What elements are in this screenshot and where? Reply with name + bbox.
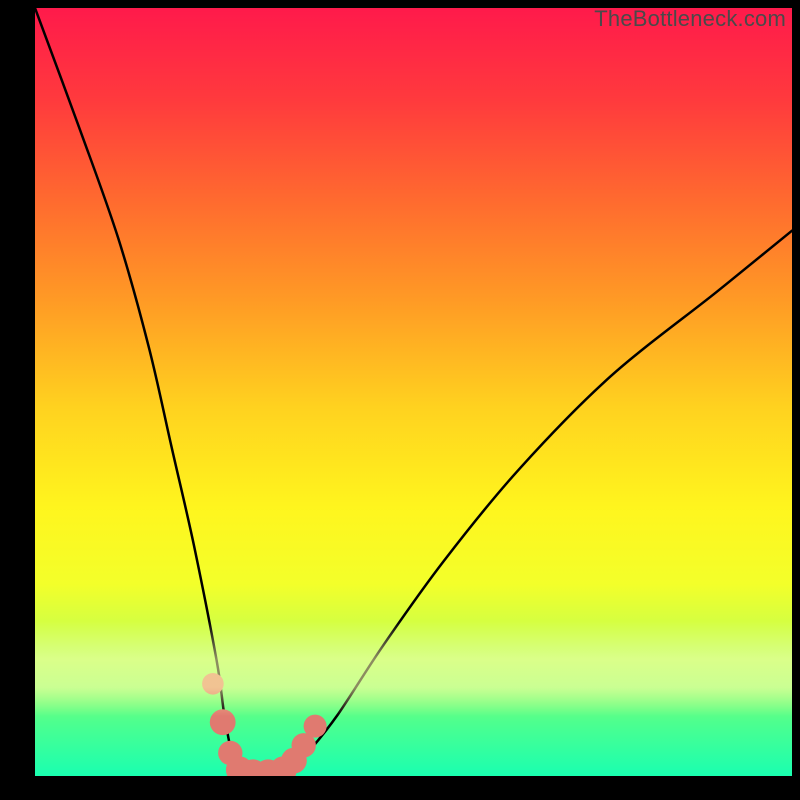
chart-stage: TheBottleneck.com: [0, 0, 800, 800]
curve-marker: [270, 756, 297, 776]
chart-plot-area: [35, 8, 792, 776]
curve-marker: [255, 759, 282, 776]
curve-markers: [202, 673, 327, 776]
curve-marker: [218, 741, 242, 765]
curve-marker: [292, 733, 316, 757]
curve-marker: [210, 709, 236, 735]
curve-marker: [202, 673, 224, 695]
curve-marker: [304, 715, 327, 738]
bottleneck-curve-path: [35, 8, 792, 776]
watermark-text: TheBottleneck.com: [594, 6, 786, 32]
curve-marker: [281, 748, 307, 774]
chart-svg: [35, 8, 792, 776]
curve-marker: [240, 759, 267, 776]
curve-marker: [226, 756, 253, 776]
